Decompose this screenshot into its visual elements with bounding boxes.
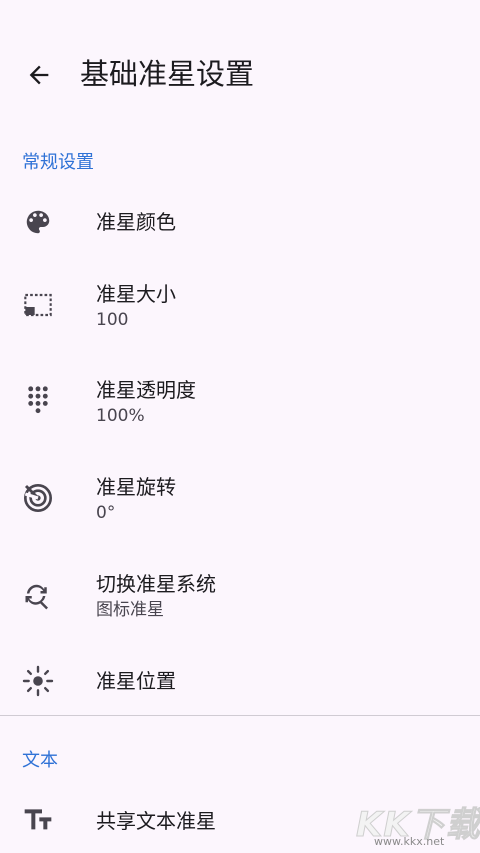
- text-size-icon: [20, 802, 56, 838]
- section-header-general: 常规设置: [22, 152, 94, 173]
- aspect-ratio-icon: [20, 287, 56, 323]
- setting-label: 准星旋转: [96, 475, 176, 499]
- setting-value: 0°: [96, 503, 116, 523]
- setting-crosshair-rotation[interactable]: 准星旋转 0°: [0, 465, 480, 531]
- setting-label: 共享文本准星: [96, 809, 216, 833]
- watermark-url: www.kkx.net: [374, 835, 445, 848]
- setting-switch-crosshair-system[interactable]: 切换准星系统 图标准星: [0, 562, 480, 628]
- setting-crosshair-size[interactable]: 准星大小 100: [0, 272, 480, 338]
- page-title: 基础准星设置: [80, 57, 255, 91]
- setting-value: 图标准星: [96, 600, 164, 620]
- top-app-bar: 基础准星设置: [0, 0, 480, 150]
- setting-label: 切换准星系统: [96, 572, 216, 596]
- setting-label: 准星透明度: [96, 378, 196, 402]
- section-divider: [0, 715, 480, 716]
- radar-icon: [20, 480, 56, 516]
- setting-label: 准星大小: [96, 282, 176, 306]
- watermark-logo: KK下载 www.kkx.net: [356, 797, 480, 849]
- setting-value: 100%: [96, 406, 145, 426]
- setting-label: 准星位置: [96, 669, 176, 693]
- setting-crosshair-position[interactable]: 准星位置: [0, 655, 480, 707]
- palette-icon: [20, 204, 56, 240]
- section-header-text: 文本: [22, 750, 58, 771]
- center-focus-icon: [20, 663, 56, 699]
- setting-label: 准星颜色: [96, 210, 176, 234]
- swap-search-icon: [20, 578, 56, 614]
- setting-crosshair-opacity[interactable]: 准星透明度 100%: [0, 368, 480, 434]
- back-button[interactable]: [22, 58, 56, 92]
- setting-crosshair-color[interactable]: 准星颜色: [0, 196, 480, 248]
- dot-grid-icon: [20, 383, 56, 419]
- setting-value: 100: [96, 310, 129, 330]
- arrow-left-icon: [29, 65, 49, 85]
